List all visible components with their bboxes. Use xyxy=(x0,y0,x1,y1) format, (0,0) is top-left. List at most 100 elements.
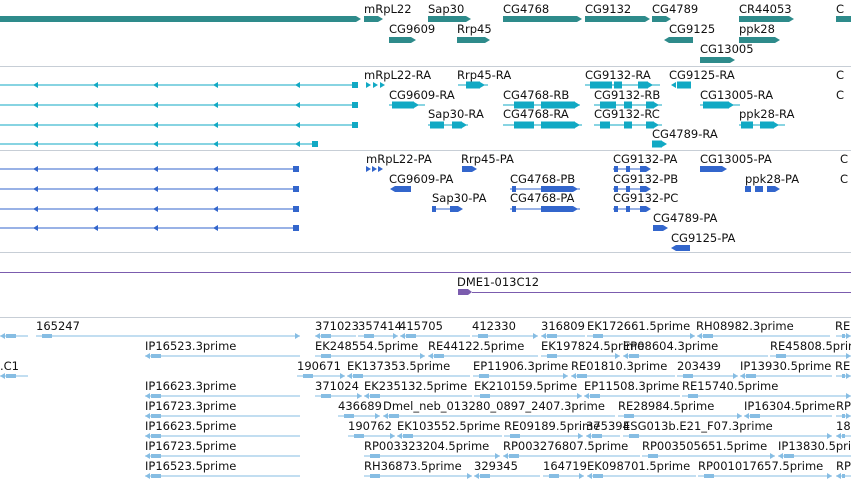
est-block[interactable] xyxy=(842,374,845,378)
cds-exon[interactable] xyxy=(462,166,472,172)
transcript-exon[interactable] xyxy=(590,81,612,89)
est-block[interactable] xyxy=(303,374,313,378)
est-block[interactable] xyxy=(688,394,698,398)
transcript-exon[interactable] xyxy=(646,101,654,109)
transcript-exon[interactable] xyxy=(452,121,462,129)
est-label[interactable]: EP11906.3prime xyxy=(473,360,568,373)
cds-exon[interactable] xyxy=(512,206,516,212)
est-label[interactable]: RP003276807.5prime xyxy=(503,440,628,453)
est-label[interactable]: RE15740.5prime xyxy=(682,380,778,393)
cds-exon[interactable] xyxy=(626,186,630,192)
est-block[interactable] xyxy=(364,334,374,338)
est-label[interactable]: EK103552.5prime xyxy=(397,420,500,433)
est-block[interactable] xyxy=(547,334,557,338)
est-block[interactable] xyxy=(624,414,634,418)
est-label[interactable]: EP08604.3prime xyxy=(623,340,718,353)
est-label[interactable]: RP001017657.5prime xyxy=(698,460,823,473)
est-label[interactable]: RH08982.3prime xyxy=(696,320,794,333)
est-label[interactable]: EP11508.3prime xyxy=(584,380,679,393)
cds-exon[interactable] xyxy=(432,206,436,212)
est-label[interactable]: EK137353.5prime xyxy=(347,360,450,373)
est-block[interactable] xyxy=(629,354,639,358)
cds-exon[interactable] xyxy=(395,186,411,192)
est-label[interactable]: 190762 xyxy=(348,420,392,433)
est-block[interactable] xyxy=(784,454,794,458)
est-block[interactable] xyxy=(389,414,399,418)
cds-exon[interactable] xyxy=(626,166,630,172)
est-block[interactable] xyxy=(480,474,490,478)
est-block[interactable] xyxy=(344,414,354,418)
est-block[interactable] xyxy=(151,454,161,458)
est-label[interactable]: IP13930.5prime xyxy=(740,360,831,373)
est-block[interactable] xyxy=(321,354,331,358)
est-label[interactable]: IP16723.3prime xyxy=(145,400,236,413)
est-label[interactable]: EK172661.5prime xyxy=(587,320,690,333)
est-label[interactable]: 415705 xyxy=(399,320,443,333)
est-label[interactable]: RE01810.3prime xyxy=(571,360,667,373)
est-label[interactable]: 371024 xyxy=(315,380,359,393)
est-block[interactable] xyxy=(151,434,161,438)
est-label[interactable]: IP16623.3prime xyxy=(145,380,236,393)
est-block[interactable] xyxy=(370,474,380,478)
est-label[interactable]: 329345 xyxy=(474,460,518,473)
est-label[interactable]: IP16723.5prime xyxy=(145,440,236,453)
gene-label[interactable]: CG9125 xyxy=(669,23,715,36)
est-block[interactable] xyxy=(683,374,693,378)
transcript-exon[interactable] xyxy=(652,140,662,148)
cds-exon[interactable] xyxy=(293,206,299,212)
transcript-exon[interactable] xyxy=(466,81,480,89)
est-block[interactable] xyxy=(353,374,363,378)
gene-label[interactable]: CG9609 xyxy=(389,23,435,36)
est-block[interactable] xyxy=(354,434,364,438)
gene-span-CG4789[interactable] xyxy=(652,16,666,22)
est-block[interactable] xyxy=(704,474,714,478)
gene-span-CG13005[interactable] xyxy=(700,57,730,63)
transcript-exon[interactable] xyxy=(624,101,632,109)
transcript-exon[interactable] xyxy=(514,121,534,129)
cds-exon[interactable] xyxy=(614,166,618,172)
est-block[interactable] xyxy=(151,394,161,398)
gene-span-left[interactable] xyxy=(0,16,356,22)
transcript-exon[interactable] xyxy=(514,101,534,109)
est-label[interactable]: .C1 xyxy=(0,360,19,373)
est-label[interactable]: 371023 xyxy=(315,320,359,333)
est-block[interactable] xyxy=(629,434,639,438)
cds-exon[interactable] xyxy=(614,186,618,192)
gene-label[interactable]: CG4789 xyxy=(652,3,698,16)
est-block[interactable] xyxy=(648,454,658,458)
est-block[interactable] xyxy=(370,394,380,398)
cds-exon[interactable] xyxy=(653,225,663,231)
est-block[interactable] xyxy=(746,374,756,378)
est-label[interactable]: 357414 xyxy=(358,320,402,333)
est-block[interactable] xyxy=(547,354,557,358)
est-label[interactable]: 164719 xyxy=(543,460,587,473)
est-block[interactable] xyxy=(370,454,380,458)
gene-span-edge[interactable] xyxy=(836,16,851,22)
cds-exon[interactable] xyxy=(293,186,299,192)
est-block[interactable] xyxy=(750,414,760,418)
cds-exon[interactable] xyxy=(512,186,516,192)
genome-browser-view[interactable]: mRpL22 Sap30 CG4768 CG9132 CG4789 CR4405… xyxy=(0,0,851,482)
cds-exon[interactable] xyxy=(640,206,646,212)
est-block[interactable] xyxy=(151,474,161,478)
cds-exon[interactable] xyxy=(767,186,775,192)
transcript-exon[interactable] xyxy=(430,121,444,129)
gene-label[interactable]: CG4768 xyxy=(503,3,549,16)
cds-exon[interactable] xyxy=(450,206,458,212)
est-label[interactable]: 203439 xyxy=(677,360,721,373)
est-block[interactable] xyxy=(510,434,520,438)
est-block[interactable] xyxy=(509,454,519,458)
transcript-exon[interactable] xyxy=(352,102,358,108)
est-block[interactable] xyxy=(842,474,845,478)
est-block[interactable] xyxy=(480,394,490,398)
est-label[interactable]: EK248554.5prime xyxy=(315,340,418,353)
cds-glyphs[interactable] xyxy=(0,151,851,251)
gene-span-mRpL22[interactable] xyxy=(364,16,378,22)
cds-exon[interactable] xyxy=(541,186,573,192)
gene-label[interactable]: Rrp45 xyxy=(457,23,492,36)
est-label[interactable]: EK210159.5prime xyxy=(474,380,577,393)
transcript-exon[interactable] xyxy=(541,101,575,109)
transcript-exon[interactable] xyxy=(646,121,654,129)
transcript-exon[interactable] xyxy=(352,122,358,128)
est-label[interactable]: RE44122.5prime xyxy=(428,340,524,353)
